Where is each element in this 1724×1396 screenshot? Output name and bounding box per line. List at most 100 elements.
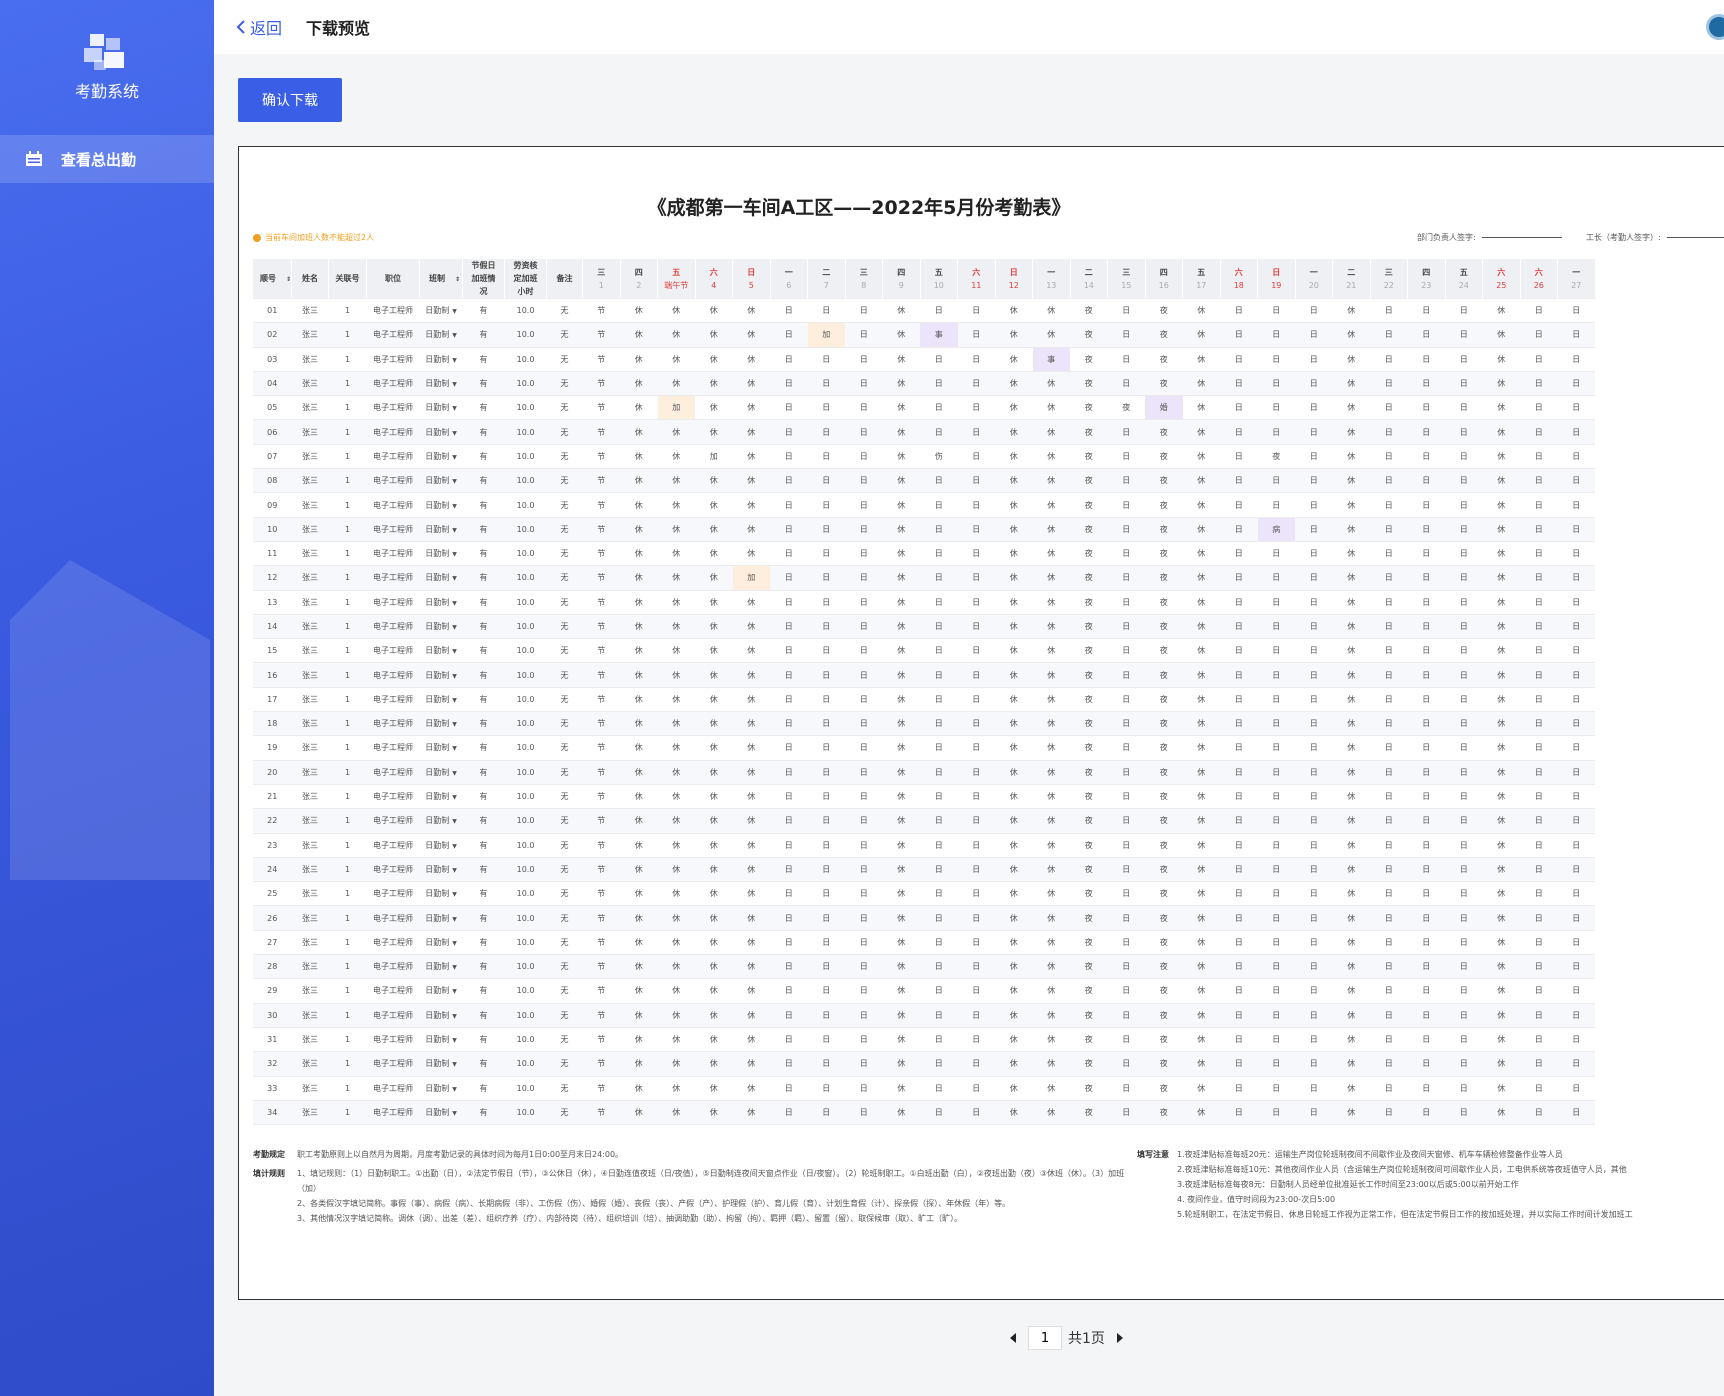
day-cell[interactable]: 节	[582, 784, 621, 810]
day-cell[interactable]: 休	[1482, 614, 1521, 640]
day-cell[interactable]: 日	[1295, 517, 1333, 542]
day-cell[interactable]: 休	[620, 444, 658, 470]
day-cell[interactable]: 日	[1557, 614, 1596, 640]
day-cell[interactable]: 休	[657, 711, 696, 737]
day-cell[interactable]: 休	[620, 517, 658, 542]
day-cell[interactable]: 日	[1557, 662, 1596, 688]
day-cell[interactable]: 节	[582, 881, 621, 907]
day-cell[interactable]: 日	[1220, 565, 1258, 591]
day-cell[interactable]: 休	[1482, 881, 1521, 907]
day-cell[interactable]: 日	[1370, 1051, 1408, 1077]
day-cell[interactable]: 日	[1220, 954, 1258, 980]
day-cell[interactable]: 节	[582, 541, 621, 567]
day-cell[interactable]: 日	[1107, 954, 1146, 980]
day-cell[interactable]: 休	[1332, 857, 1371, 883]
day-cell[interactable]: 休	[1482, 298, 1521, 324]
day-cell[interactable]: 日	[1370, 1003, 1408, 1028]
day-cell[interactable]: 节	[582, 419, 621, 445]
day-cell[interactable]: 休	[695, 1076, 733, 1101]
day-cell[interactable]: 日	[1445, 735, 1483, 761]
day-cell[interactable]: 休	[1032, 881, 1071, 907]
day-cell[interactable]: 日	[770, 881, 808, 907]
day-cell[interactable]: 节	[582, 735, 621, 761]
day-cell[interactable]: 日	[1407, 881, 1446, 907]
day-cell[interactable]: 休	[1482, 492, 1521, 518]
day-cell[interactable]: 休	[620, 1100, 658, 1126]
day-cell[interactable]: 休	[995, 322, 1033, 348]
day-cell[interactable]: 日	[845, 468, 883, 494]
day-cell[interactable]: 休	[1182, 881, 1221, 907]
day-cell[interactable]: 夜	[1145, 468, 1183, 494]
day-cell[interactable]: 日	[1407, 1027, 1446, 1053]
day-cell[interactable]: 休	[1482, 1076, 1521, 1101]
day-cell[interactable]: 日	[1370, 711, 1408, 737]
day-cell[interactable]: 节	[582, 1003, 621, 1028]
day-cell[interactable]: 日	[1370, 687, 1408, 713]
day-cell[interactable]: 休	[1332, 298, 1371, 324]
day-cell[interactable]: 休	[1482, 1003, 1521, 1028]
day-cell[interactable]: 日	[1370, 881, 1408, 907]
day-cell[interactable]: 日	[1557, 1003, 1596, 1028]
sidebar-item-attendance[interactable]: 查看总出勤	[0, 135, 214, 183]
day-cell[interactable]: 休	[1332, 1027, 1371, 1053]
day-cell[interactable]: 日	[845, 857, 883, 883]
day-cell[interactable]: 休	[1332, 395, 1371, 421]
day-cell[interactable]: 日	[807, 565, 846, 591]
day-cell[interactable]: 日	[1257, 565, 1296, 591]
day-cell[interactable]: 休	[1182, 614, 1221, 640]
day-cell[interactable]: 日	[1370, 784, 1408, 810]
day-cell[interactable]: 日	[1520, 833, 1558, 858]
day-cell[interactable]: 夜	[1257, 444, 1296, 470]
day-cell[interactable]: 休	[1332, 614, 1371, 640]
day-cell[interactable]: 节	[582, 444, 621, 470]
day-cell[interactable]: 日	[770, 808, 808, 834]
day-cell[interactable]: 日	[1257, 784, 1296, 810]
day-cell[interactable]: 休	[657, 347, 696, 372]
day-cell[interactable]: 休	[1332, 347, 1371, 372]
day-cell[interactable]: 休	[732, 1003, 771, 1028]
day-cell[interactable]: 日	[1445, 760, 1483, 785]
day-cell[interactable]: 休	[1032, 978, 1071, 1004]
day-cell[interactable]: 日	[1520, 395, 1558, 421]
day-cell[interactable]: 日	[1557, 735, 1596, 761]
day-cell[interactable]: 休	[882, 808, 921, 834]
day-cell[interactable]: 休	[732, 857, 771, 883]
day-cell[interactable]: 休	[882, 298, 921, 324]
day-cell[interactable]: 日	[1520, 468, 1558, 494]
day-cell[interactable]: 节	[582, 1027, 621, 1053]
day-cell[interactable]: 休	[995, 590, 1033, 615]
day-cell[interactable]: 日	[1257, 298, 1296, 324]
day-cell[interactable]: 日	[1407, 662, 1446, 688]
day-cell[interactable]: 日	[807, 614, 846, 640]
day-cell[interactable]: 日	[1407, 687, 1446, 713]
day-cell[interactable]: 日	[1257, 492, 1296, 518]
day-cell[interactable]: 休	[732, 590, 771, 615]
day-cell[interactable]: 休	[1032, 1076, 1071, 1101]
shift-select[interactable]: 日勤制 ▼	[419, 1003, 463, 1028]
day-cell[interactable]: 日	[1295, 930, 1333, 956]
day-cell[interactable]: 日	[1257, 833, 1296, 858]
day-cell[interactable]: 日	[1257, 1003, 1296, 1028]
day-cell[interactable]: 日	[957, 322, 996, 348]
day-cell[interactable]: 日	[1445, 930, 1483, 956]
day-cell[interactable]: 日	[1557, 784, 1596, 810]
day-cell[interactable]: 日	[1257, 881, 1296, 907]
day-cell[interactable]: 休	[1482, 517, 1521, 542]
day-cell[interactable]: 节	[582, 347, 621, 372]
day-cell[interactable]: 日	[1520, 371, 1558, 397]
day-cell[interactable]: 休	[620, 857, 658, 883]
day-cell[interactable]: 休	[620, 322, 658, 348]
day-cell[interactable]: 日	[1407, 517, 1446, 542]
day-cell[interactable]: 节	[582, 492, 621, 518]
day-cell[interactable]: 休	[882, 662, 921, 688]
day-cell[interactable]: 休	[695, 590, 733, 615]
day-cell[interactable]: 休	[732, 1051, 771, 1077]
day-cell[interactable]: 日	[1295, 711, 1333, 737]
day-cell[interactable]: 日	[1557, 565, 1596, 591]
day-cell[interactable]: 日	[1220, 1003, 1258, 1028]
day-cell[interactable]: 休	[995, 614, 1033, 640]
day-cell[interactable]: 休	[1332, 687, 1371, 713]
day-cell[interactable]: 夜	[1145, 638, 1183, 664]
day-cell[interactable]: 日	[1370, 954, 1408, 980]
seq-header[interactable]: 顺号 ⇕	[253, 259, 293, 299]
